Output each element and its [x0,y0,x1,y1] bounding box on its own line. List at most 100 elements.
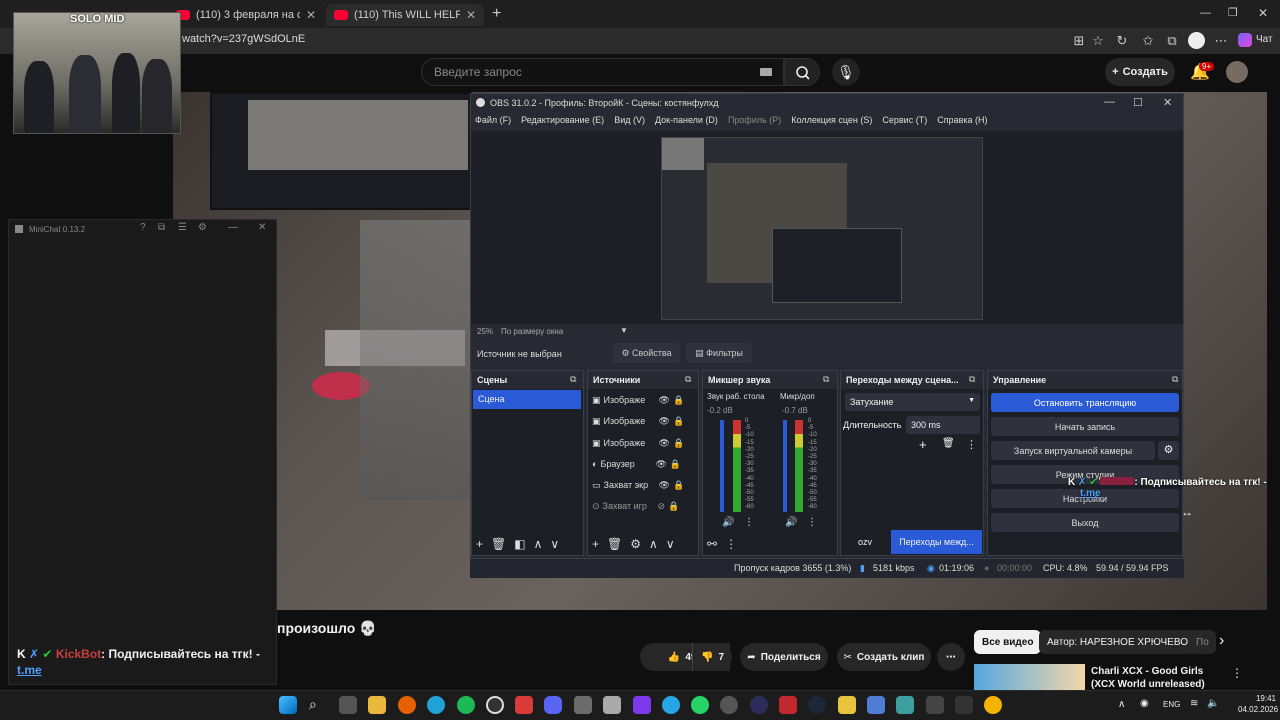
link-icon[interactable]: ⚯ [707,537,717,551]
close-icon[interactable]: ✕ [1163,96,1172,109]
menu-docks[interactable]: Док-панели (D) [655,115,718,130]
windows-start-icon[interactable] [279,696,297,714]
chevron-right-icon[interactable]: › [1219,632,1224,650]
list-icon[interactable]: ☰ [178,222,187,233]
undock-icon[interactable]: ⧉ [570,374,576,385]
minimize-icon[interactable]: — [1104,96,1115,108]
app-icon[interactable] [984,696,1002,714]
spotify-icon[interactable] [457,696,475,714]
minimize-icon[interactable]: — [228,222,238,233]
search-button[interactable] [784,58,820,86]
recommendation-title[interactable]: Charli XCX - Good Girls (XCX World unrel… [1091,665,1221,691]
close-icon[interactable]: ✕ [258,222,266,233]
eye-icon[interactable]: 👁 [659,416,670,427]
chevron-down-icon[interactable]: ▼ [620,326,628,335]
more-icon[interactable]: ⋮ [966,438,977,451]
obs-taskbar-icon[interactable] [486,696,504,714]
language-indicator[interactable]: ENG [1163,700,1180,709]
gear-icon[interactable]: ⚙ [1158,441,1179,460]
chevron-up-icon[interactable]: ∧ [1118,699,1125,710]
clip-button[interactable]: ✂ Создать клип [837,643,931,671]
maximize-icon[interactable]: ☐ [1133,96,1143,109]
speaker-icon[interactable]: 🔊 [785,517,797,528]
properties-button[interactable]: ⚙ Свойства [613,343,680,363]
add-icon[interactable]: + [919,437,927,452]
chip-author[interactable]: Автор: НАРЕЗНОЕ ХРЮЧЕВО [1039,630,1196,654]
volume-slider[interactable] [720,420,724,512]
steam-icon[interactable] [808,696,826,714]
more-icon[interactable]: ⋮ [725,537,737,551]
recommendation-thumbnail[interactable] [974,664,1085,692]
source-item[interactable]: ▣ Изображе 👁 🔒 [592,434,690,452]
folder-icon[interactable] [368,696,386,714]
source-item[interactable]: ▣ Изображе 👁 🔒 [592,391,690,409]
stop-stream-button[interactable]: Остановить трансляцию [991,393,1179,412]
edge-icon[interactable] [427,696,445,714]
app-icon[interactable] [926,696,944,714]
menu-edit[interactable]: Редактирование (E) [521,115,604,130]
eye-icon[interactable]: 👁 [659,438,670,449]
source-item[interactable]: ▣ Изображе 👁 🔒 [592,412,690,430]
wifi-icon[interactable]: ≋ [1190,698,1198,709]
transition-tab-ozv[interactable]: ozv [841,530,889,554]
app-icon[interactable] [603,696,621,714]
source-item[interactable]: ⊙ Захват игр ⊘ 🔒 [592,497,690,515]
down-icon[interactable]: ∨ [550,537,559,551]
url-field[interactable]: watch?v=237gWSdOLnE [182,33,305,45]
grid-icon[interactable]: ⊞ [1071,33,1087,49]
transition-select[interactable]: Затухание ▼ [845,393,980,411]
undock-icon[interactable]: ⧉ [823,374,829,385]
trash-icon[interactable]: 🗑 [607,537,622,551]
menu-file[interactable]: Файл (F) [475,115,511,130]
lock-icon[interactable]: 🔒 [673,395,684,406]
terminal-icon[interactable] [955,696,973,714]
more-icon[interactable]: ⋮ [744,517,754,528]
telegram-icon[interactable] [662,696,680,714]
add-icon[interactable]: + [476,537,483,551]
gear-icon[interactable]: ⚙ [630,537,641,551]
search-icon[interactable]: ⌕ [309,696,327,714]
exit-button[interactable]: Выход [991,513,1179,532]
eye-off-icon[interactable]: ⊘ [658,501,666,512]
app-icon[interactable] [720,696,738,714]
app-icon[interactable] [896,696,914,714]
volume-icon[interactable]: 🔈 [1207,698,1219,709]
chat-button[interactable]: Чат [1256,34,1273,45]
menu-view[interactable]: Вид (V) [614,115,645,130]
lock-icon[interactable]: 🔒 [673,480,684,491]
trash-icon[interactable]: 🗑 [942,438,955,449]
favorites-icon[interactable]: ✩ [1140,33,1156,49]
whatsapp-icon[interactable] [691,696,709,714]
scene-filter-icon[interactable]: ◧ [514,537,525,551]
up-icon[interactable]: ∧ [649,537,658,551]
menu-scene-collection[interactable]: Коллекция сцен (S) [791,115,872,130]
close-icon[interactable]: ✕ [306,8,316,22]
menu-tools[interactable]: Сервис (T) [882,115,927,130]
eye-icon[interactable]: 👁 [659,395,670,406]
share-button[interactable]: ➦ Поделиться [740,643,828,671]
down-icon[interactable]: ∨ [666,537,675,551]
menu-help[interactable]: Справка (H) [937,115,987,130]
refresh-icon[interactable]: ↻ [1114,33,1130,49]
obs-preview[interactable] [661,137,983,320]
chip-all[interactable]: Все видео [974,630,1042,654]
tray-icon[interactable]: ◉ [1140,698,1149,709]
create-button[interactable]: + Создать [1105,58,1175,86]
more-button[interactable]: ⋯ [937,643,965,671]
lock-icon[interactable]: 🔒 [673,438,684,449]
scene-item[interactable]: Сцена [473,390,581,409]
speaker-icon[interactable]: 🔊 [722,517,734,528]
task-view-icon[interactable] [339,696,357,714]
lock-icon[interactable]: 🔒 [668,501,679,512]
trash-icon[interactable]: 🗑 [491,537,506,551]
more-icon[interactable]: ⋯ [1213,33,1229,49]
copy-icon[interactable]: ⧉ [158,222,165,233]
source-item[interactable]: ▭ Захват экр 👁 🔒 [592,476,690,494]
up-icon[interactable]: ∧ [534,537,543,551]
app-icon[interactable] [750,696,768,714]
star-icon[interactable]: ☆ [1090,33,1106,49]
avatar[interactable] [1226,61,1248,83]
volume-slider[interactable] [783,420,787,512]
transition-tab-active[interactable]: Переходы межд... [891,530,982,554]
minimize-icon[interactable]: — [1200,7,1211,19]
